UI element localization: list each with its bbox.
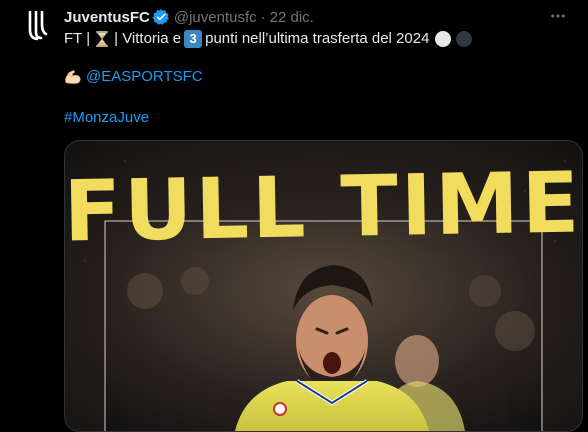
tweet-media-image[interactable]: FULL TIME bbox=[64, 140, 583, 432]
flexed-biceps-emoji-icon bbox=[64, 68, 82, 86]
tweet-text-line: FT | | Vittoria e 3 punti nell’ultima tr… bbox=[64, 29, 476, 49]
tweet-text-suffix: punti nell’ultima trasferta del 2024 bbox=[205, 30, 430, 47]
tweet-text-prefix: FT | bbox=[64, 30, 91, 47]
tweet-text-mid: | Vittoria e bbox=[114, 30, 182, 47]
verified-badge-icon bbox=[152, 8, 170, 26]
more-options-button[interactable] bbox=[546, 4, 570, 28]
tweet-mention-line: @EASPORTSFC bbox=[64, 67, 203, 87]
hashtag-link[interactable]: #MonzaJuve bbox=[64, 108, 149, 128]
tweet: JuventusFC @juventusfc · 22 dic. FT | | … bbox=[0, 0, 588, 432]
hourglass-emoji-icon bbox=[93, 30, 111, 48]
full-time-graphic: FULL TIME bbox=[65, 141, 582, 431]
keycap-digit: 3 bbox=[189, 31, 197, 46]
keycap-3-emoji-icon: 3 bbox=[184, 30, 203, 48]
black-circle-emoji-icon bbox=[455, 30, 473, 48]
full-time-headline: FULL TIME bbox=[65, 153, 582, 260]
white-circle-emoji-icon bbox=[434, 30, 452, 48]
timestamp[interactable]: 22 dic. bbox=[270, 9, 314, 26]
more-options-icon bbox=[551, 14, 565, 18]
tweet-header: JuventusFC @juventusfc · 22 dic. bbox=[64, 7, 314, 27]
separator-dot: · bbox=[260, 8, 266, 26]
avatar[interactable] bbox=[18, 6, 58, 46]
tweet-hashtag-line: #MonzaJuve bbox=[64, 108, 149, 128]
juventus-logo-icon bbox=[28, 10, 48, 41]
svg-text:FULL TIME: FULL TIME bbox=[65, 153, 582, 260]
handle[interactable]: @juventusfc bbox=[174, 9, 257, 26]
display-name[interactable]: JuventusFC bbox=[64, 9, 150, 26]
mention-link[interactable]: @EASPORTSFC bbox=[86, 67, 203, 87]
